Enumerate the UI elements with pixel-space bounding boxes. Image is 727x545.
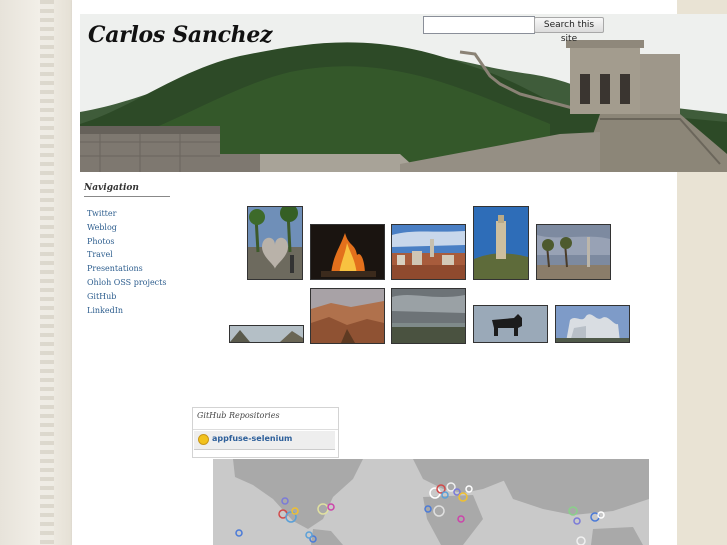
sidebar-navigation: Navigation Twitter Weblog Photos Travel … bbox=[84, 183, 184, 315]
github-widget-title: GitHub Repositories bbox=[193, 408, 338, 430]
github-repo-link[interactable]: appfuse-selenium bbox=[212, 434, 292, 443]
paper-background-left bbox=[0, 0, 72, 545]
lighthouse-tower-photo[interactable] bbox=[473, 206, 529, 280]
navigation-heading: Navigation bbox=[84, 183, 170, 197]
repo-icon bbox=[198, 434, 209, 445]
modern-building-photo[interactable] bbox=[555, 305, 630, 343]
nav-link-linkedin[interactable]: LinkedIn bbox=[87, 306, 123, 315]
site-title[interactable]: Carlos Sanchez bbox=[88, 22, 273, 48]
monument-palms-photo[interactable] bbox=[536, 224, 611, 280]
mountain-valley-photo[interactable] bbox=[229, 325, 304, 343]
visitor-map[interactable] bbox=[213, 459, 649, 545]
city-rooftops-photo[interactable] bbox=[391, 224, 466, 280]
github-repo-row[interactable]: appfuse-selenium bbox=[194, 431, 335, 450]
github-repositories-widget: GitHub Repositories appfuse-selenium bbox=[192, 407, 339, 458]
heart-sculpture-photo[interactable] bbox=[247, 206, 303, 280]
world-map-graphic bbox=[213, 459, 649, 545]
bull-silhouette-photo[interactable] bbox=[473, 305, 548, 343]
search-input[interactable] bbox=[423, 16, 535, 34]
binder-holes bbox=[40, 0, 54, 545]
bonfire-photo[interactable] bbox=[310, 224, 385, 280]
search-button[interactable]: Search this site bbox=[534, 17, 604, 44]
cloudy-landscape-photo[interactable] bbox=[391, 288, 466, 344]
canyon-photo[interactable] bbox=[310, 288, 385, 344]
